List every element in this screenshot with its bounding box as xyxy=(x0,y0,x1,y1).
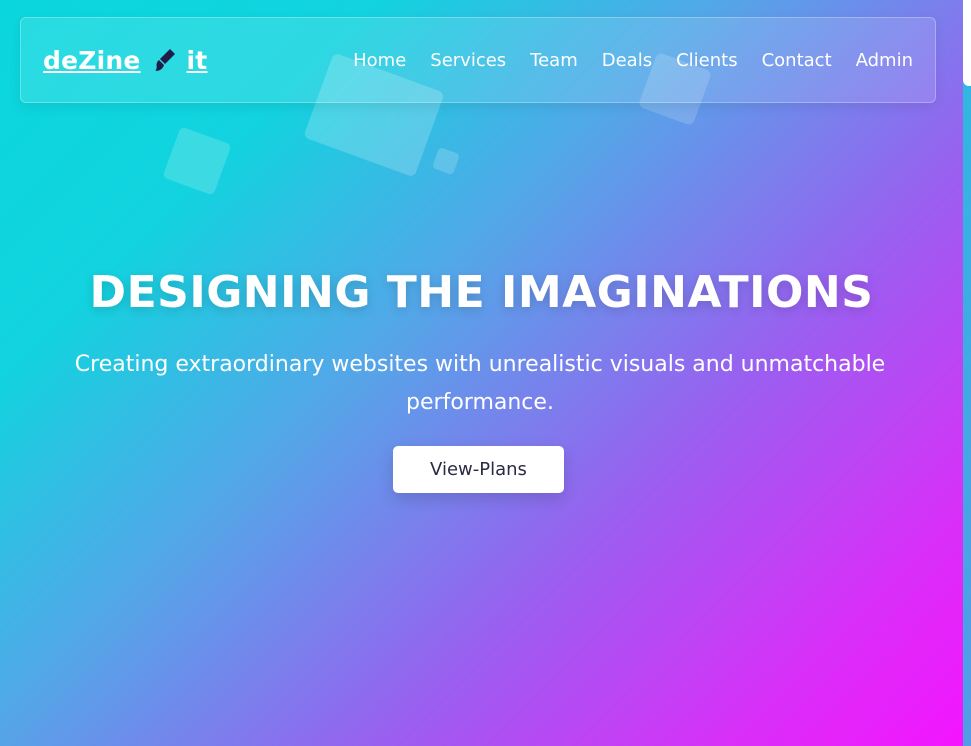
nav-link-clients[interactable]: Clients xyxy=(676,50,738,71)
nav-links: Home Services Team Deals Clients Contact… xyxy=(353,50,913,71)
scroll-thumb[interactable] xyxy=(963,0,971,86)
nav-link-home[interactable]: Home xyxy=(353,50,406,71)
vertical-scrollbar[interactable] xyxy=(963,0,971,746)
navbar: deZine it Home Services Team Deals Clien… xyxy=(20,17,936,103)
brand-logo[interactable]: deZine it xyxy=(43,45,207,75)
nav-link-services[interactable]: Services xyxy=(430,50,506,71)
hero-title: DESIGNING THE IMAGINATIONS xyxy=(89,267,874,318)
nav-link-contact[interactable]: Contact xyxy=(762,50,832,71)
hero-subtitle: Creating extraordinary websites with unr… xyxy=(74,352,886,415)
nav-link-admin[interactable]: Admin xyxy=(856,50,913,71)
brand-name-part1: deZine xyxy=(43,45,141,75)
nav-link-deals[interactable]: Deals xyxy=(602,50,652,71)
nav-link-team[interactable]: Team xyxy=(530,50,578,71)
view-plans-button[interactable]: View-Plans xyxy=(393,446,564,493)
paint-brush-icon xyxy=(149,45,179,75)
hero-section: DESIGNING THE IMAGINATIONS Creating extr… xyxy=(0,0,963,746)
brand-name-part2: it xyxy=(186,45,208,75)
